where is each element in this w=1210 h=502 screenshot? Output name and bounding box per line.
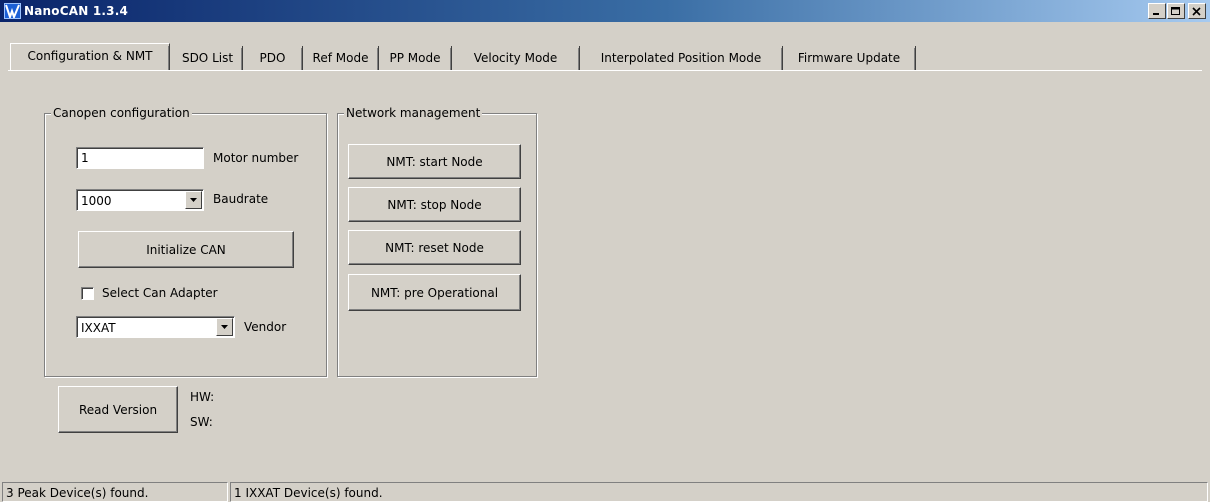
baudrate-value: 1000	[81, 194, 112, 208]
window-controls	[1147, 3, 1206, 19]
tab-pdo[interactable]: PDO	[243, 46, 303, 70]
tab-configuration-nmt[interactable]: Configuration & NMT	[10, 43, 170, 70]
tab-interpolated-position-mode[interactable]: Interpolated Position Mode	[580, 46, 783, 70]
status-bar: 3 Peak Device(s) found. 1 IXXAT Device(s…	[0, 480, 1210, 502]
tab-label: Interpolated Position Mode	[600, 51, 762, 65]
status-peak-devices: 3 Peak Device(s) found.	[2, 482, 228, 502]
select-can-adapter-checkbox[interactable]	[81, 287, 94, 300]
vendor-label: Vendor	[244, 320, 287, 334]
baudrate-label: Baudrate	[213, 192, 269, 206]
motor-number-label: Motor number	[213, 151, 299, 165]
nanocan-logo-icon	[4, 3, 21, 19]
initialize-can-button[interactable]: Initialize CAN	[78, 231, 294, 268]
hw-label: HW:	[190, 390, 215, 404]
nmt-stop-node-button[interactable]: NMT: stop Node	[348, 187, 521, 222]
select-can-adapter-label: Select Can Adapter	[102, 286, 218, 300]
read-version-button[interactable]: Read Version	[58, 386, 178, 433]
tab-sdo-list[interactable]: SDO List	[173, 46, 243, 70]
maximize-icon	[1171, 7, 1180, 15]
tab-ref-mode[interactable]: Ref Mode	[303, 46, 379, 70]
title-bar[interactable]: NanoCAN 1.3.4	[0, 0, 1210, 22]
tab-label: Configuration & NMT	[27, 49, 153, 63]
close-button[interactable]	[1188, 3, 1206, 19]
sw-label: SW:	[190, 415, 213, 429]
vendor-value: IXXAT	[81, 321, 116, 335]
tab-label: Firmware Update	[797, 51, 901, 65]
baudrate-dropdown-button[interactable]	[185, 191, 202, 209]
tab-label: Velocity Mode	[473, 51, 558, 65]
chevron-down-icon	[221, 325, 228, 329]
motor-number-input[interactable]: 1	[76, 147, 204, 169]
nmt-pre-operational-button[interactable]: NMT: pre Operational	[348, 274, 521, 311]
network-group-label: Network management	[344, 106, 483, 120]
vendor-dropdown-button[interactable]	[216, 318, 233, 336]
tab-label: SDO List	[181, 51, 234, 65]
minimize-icon	[1153, 13, 1159, 15]
tab-label: PP Mode	[389, 51, 441, 65]
nmt-reset-node-button[interactable]: NMT: reset Node	[348, 230, 521, 265]
minimize-button[interactable]	[1148, 3, 1166, 19]
nmt-start-node-button[interactable]: NMT: start Node	[348, 144, 521, 179]
tab-firmware-update[interactable]: Firmware Update	[783, 46, 916, 70]
window-title: NanoCAN 1.3.4	[24, 4, 129, 18]
chevron-down-icon	[190, 198, 197, 202]
canopen-group-label: Canopen configuration	[51, 106, 192, 120]
vendor-select[interactable]: IXXAT	[76, 316, 235, 338]
tab-label: Ref Mode	[312, 51, 369, 65]
tab-pp-mode[interactable]: PP Mode	[379, 46, 452, 70]
tab-label: PDO	[259, 51, 286, 65]
tab-pane-border	[8, 70, 1202, 71]
status-ixxat-devices: 1 IXXAT Device(s) found.	[230, 482, 1208, 502]
tab-velocity-mode[interactable]: Velocity Mode	[452, 46, 580, 70]
baudrate-select[interactable]: 1000	[76, 189, 204, 211]
close-icon	[1192, 7, 1201, 16]
app-window: NanoCAN 1.3.4 Configuration & NMT SDO Li…	[0, 0, 1210, 502]
maximize-button[interactable]	[1167, 3, 1185, 19]
